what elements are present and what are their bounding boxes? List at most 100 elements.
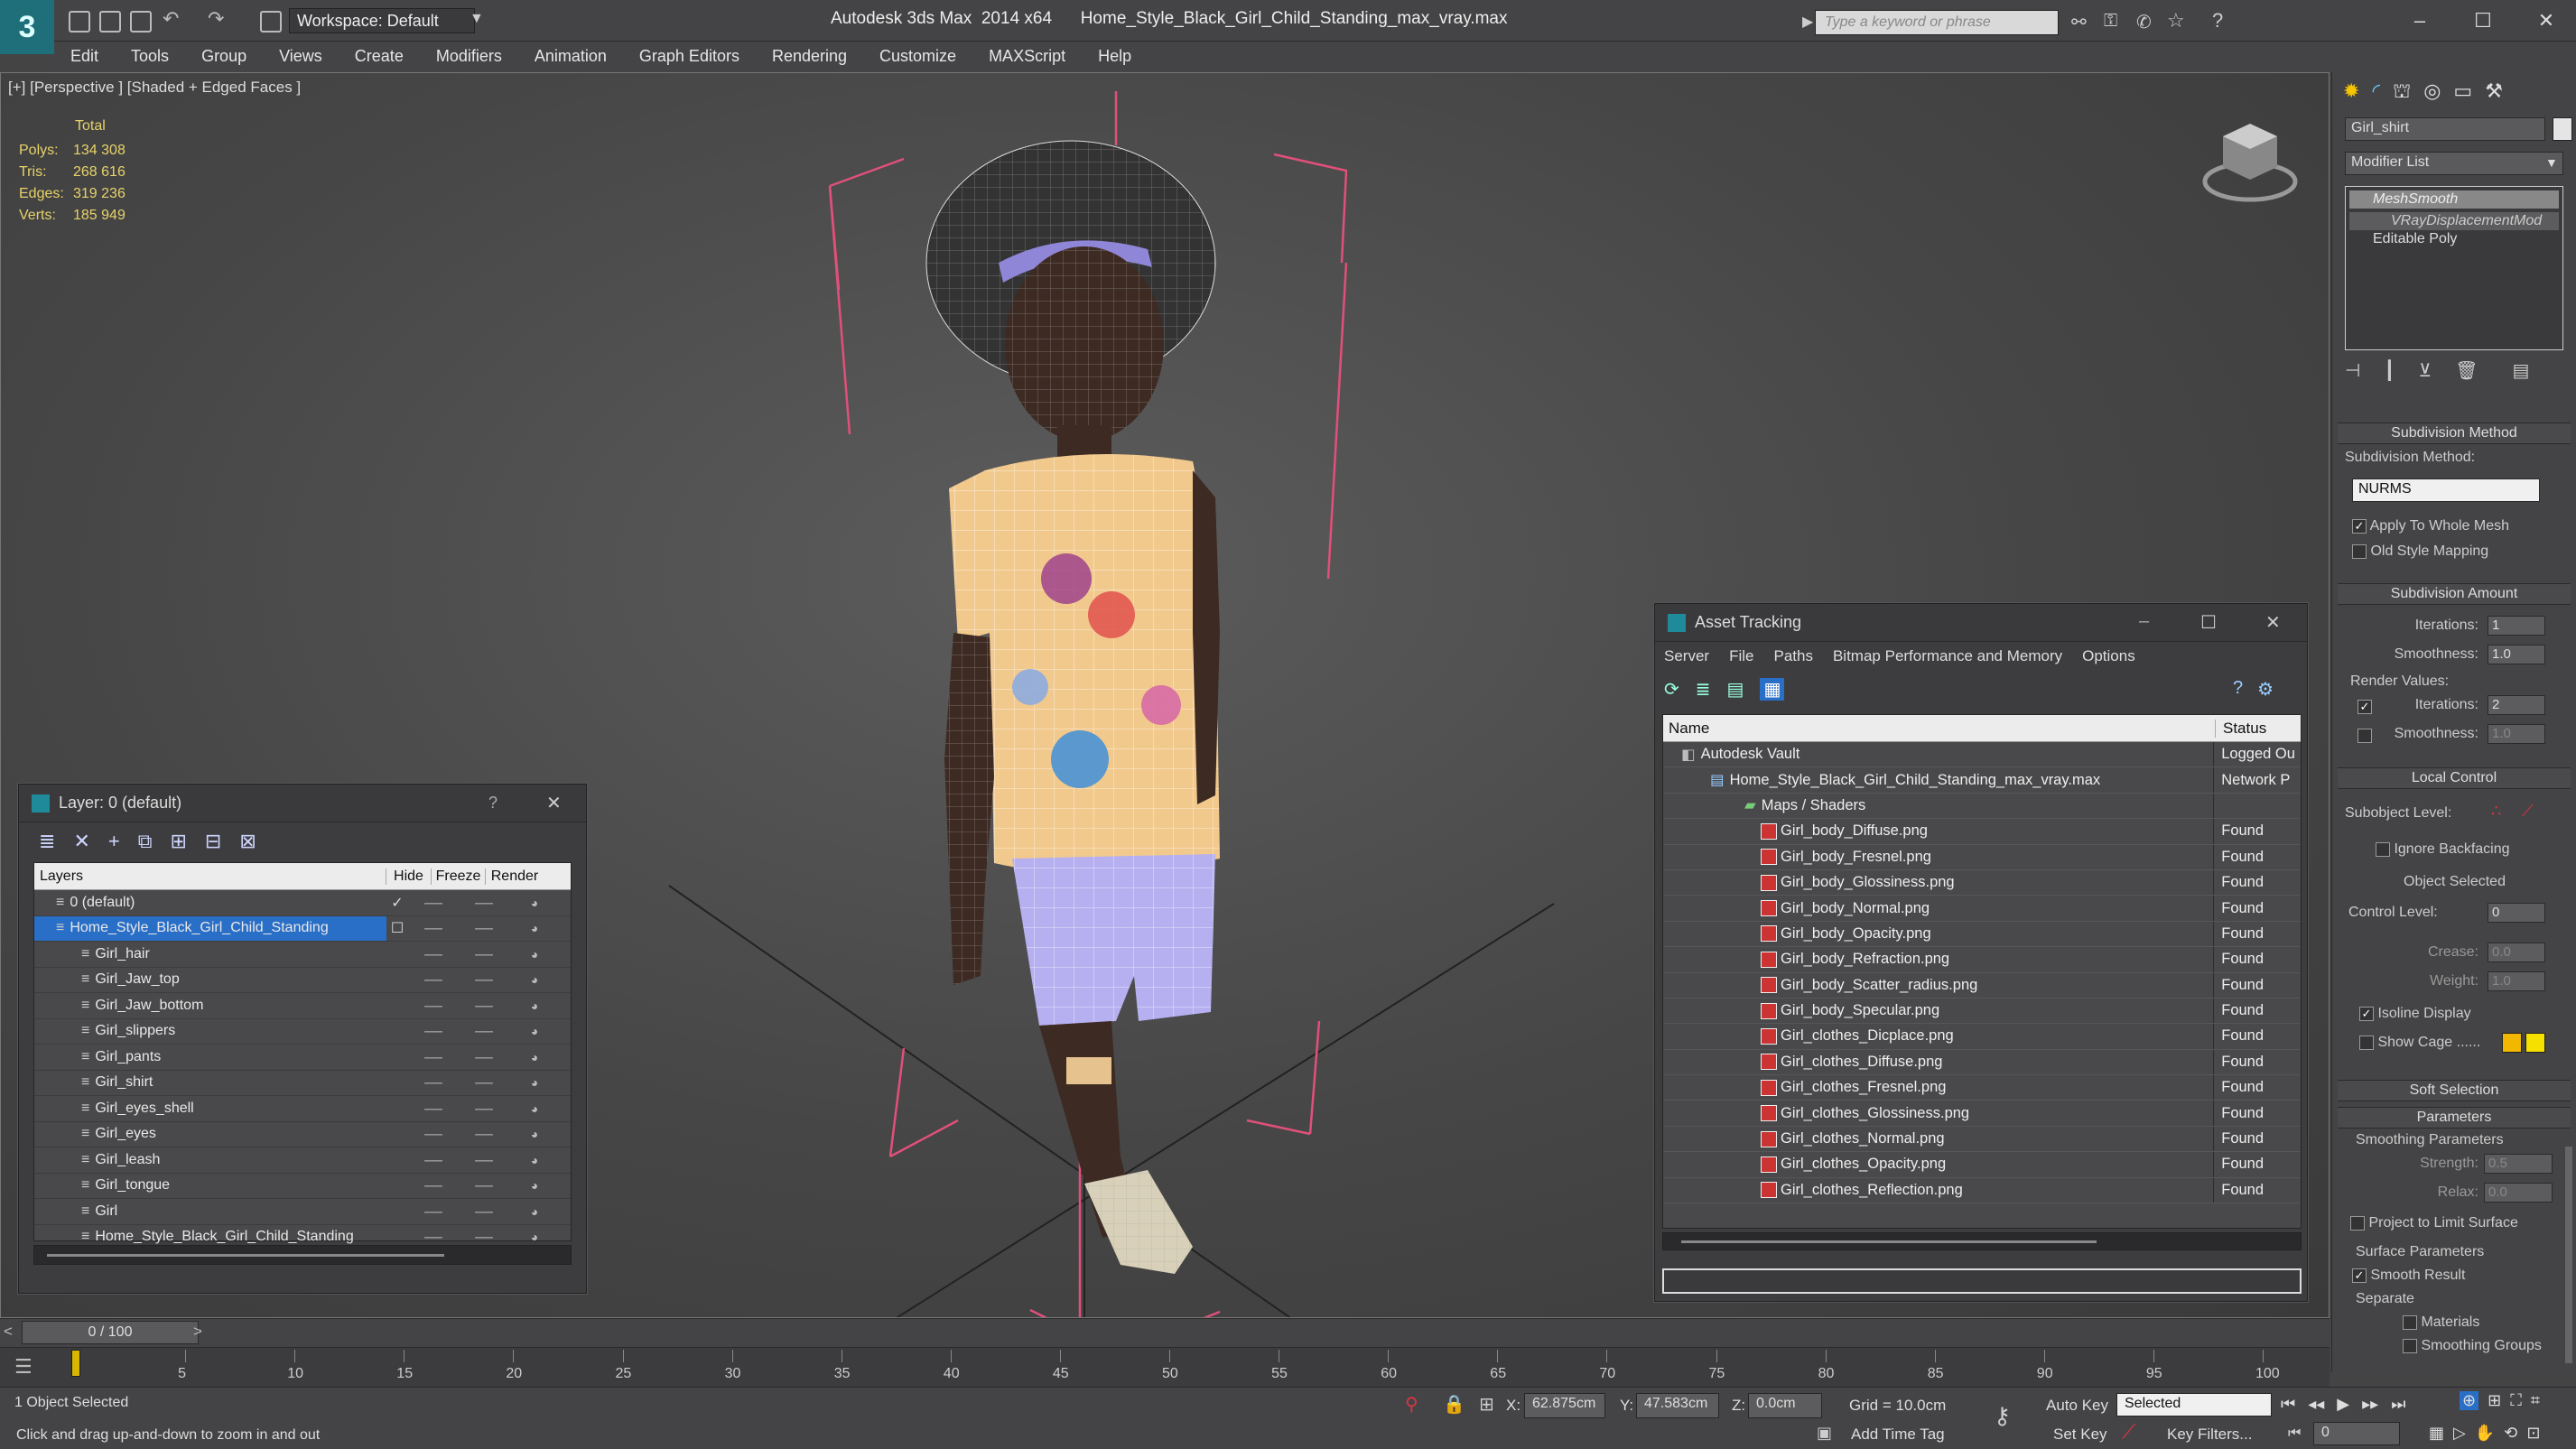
object-name-field[interactable]: Girl_shirt — [2345, 117, 2545, 141]
subscription-icon[interactable]: ⚿ — [2104, 11, 2117, 32]
show-end-result-icon[interactable]: ┃ — [2384, 359, 2395, 382]
project-limit-row[interactable]: Project to Limit Surface — [2350, 1215, 2518, 1231]
layer-row[interactable]: ≡ Girl_Jaw_top ── ── ◕ — [34, 968, 571, 993]
asset-menu-bitmap-performance[interactable]: Bitmap Performance and Memory — [1833, 647, 2062, 665]
layer-row[interactable]: ≡ Girl_tongue ── ── ◕ — [34, 1174, 571, 1199]
table-view-icon[interactable]: ▦ — [1760, 678, 1785, 701]
time-slider[interactable]: 0 / 100 — [22, 1321, 199, 1344]
add-time-tag-button[interactable]: Add Time Tag — [1851, 1426, 1945, 1444]
previous-frame-icon[interactable]: ◂◂ — [2308, 1395, 2324, 1414]
help-icon[interactable]: ? — [2212, 9, 2223, 33]
asset-name-cell[interactable]: Girl_body_Normal.png — [1663, 896, 2215, 921]
new-file-icon[interactable] — [69, 11, 90, 33]
relax-spinner[interactable]: 0.0 — [2484, 1183, 2553, 1203]
asset-name-cell[interactable]: ◧ Autodesk Vault — [1663, 742, 2215, 767]
asset-dialog-maximize-button[interactable]: ☐ — [2200, 611, 2217, 634]
close-button[interactable]: ✕ — [2521, 5, 2571, 36]
render-smoothness-spinner[interactable]: 1.0 — [2488, 724, 2545, 744]
asset-tracking-dialog[interactable]: Asset Tracking – ☐ ✕ Server File Paths B… — [1654, 603, 2308, 1302]
hide-toggle[interactable]: ── — [408, 921, 459, 935]
layer-name-cell[interactable]: ≡ Girl_leash — [34, 1147, 386, 1173]
asset-name-cell[interactable]: Girl_clothes_Fresnel.png — [1663, 1075, 2215, 1101]
modify-tab-icon[interactable]: ◜ — [2372, 79, 2380, 106]
layer-name-cell[interactable]: ≡ Girl_Jaw_bottom — [34, 993, 386, 1018]
hide-toggle[interactable]: ── — [408, 972, 459, 987]
asset-row[interactable]: Girl_body_Glossiness.png Found — [1663, 869, 2301, 896]
asset-row[interactable]: Girl_body_Refraction.png Found — [1663, 947, 2301, 973]
layer-name-cell[interactable]: ≡ Girl_Jaw_top — [34, 968, 386, 993]
layer-name-cell[interactable]: ≡ Girl_eyes_shell — [34, 1096, 386, 1121]
viewcube-icon[interactable] — [2200, 116, 2300, 207]
menu-maxscript[interactable]: MAXScript — [989, 47, 1065, 66]
hide-toggle[interactable]: ── — [408, 1230, 459, 1244]
open-file-icon[interactable] — [99, 11, 121, 33]
asset-menu-server[interactable]: Server — [1664, 647, 1709, 665]
asset-name-cell[interactable]: Girl_body_Glossiness.png — [1663, 869, 2215, 896]
mini-curve-editor-icon[interactable]: ☰ — [14, 1355, 33, 1379]
column-freeze[interactable]: Freeze — [432, 868, 486, 885]
asset-row[interactable]: Girl_body_Scatter_radius.png Found — [1663, 972, 2301, 999]
asset-row[interactable]: Girl_body_Diffuse.png Found — [1663, 819, 2301, 845]
search-expand-icon[interactable]: ▶ — [1802, 13, 1813, 31]
hide-toggle[interactable]: ── — [408, 1178, 459, 1193]
asset-name-cell[interactable]: Girl_body_Fresnel.png — [1663, 844, 2215, 869]
freeze-toggle[interactable]: ── — [459, 1153, 509, 1167]
asset-name-cell[interactable]: ▰ Maps / Shaders — [1663, 793, 2215, 819]
key-filters-button[interactable]: Key Filters... — [2167, 1426, 2252, 1444]
menu-tools[interactable]: Tools — [131, 47, 169, 66]
current-frame-field[interactable]: 0 — [2313, 1422, 2400, 1445]
freeze-toggle[interactable]: ── — [459, 1178, 509, 1193]
layer-list-icon[interactable]: ≣ — [39, 830, 55, 853]
ignore-backfacing-checkbox[interactable] — [2376, 841, 2390, 857]
isoline-display-checkbox[interactable]: ✓ — [2359, 1006, 2374, 1021]
field-of-view-icon[interactable]: ▷ — [2453, 1424, 2466, 1443]
layer-explorer-dialog[interactable]: Layer: 0 (default) ? ✕ ≣ ✕ + ⧉ ⊞ ⊟ ⊠ Lay… — [18, 784, 587, 1294]
hide-toggle[interactable]: ── — [408, 896, 459, 910]
freeze-toggle[interactable]: ── — [459, 947, 509, 961]
layer-name-cell[interactable]: ≡ Girl_pants — [34, 1045, 386, 1070]
layer-name-cell[interactable]: ≡ 0 (default) — [34, 890, 386, 915]
minimize-button[interactable]: – — [2395, 5, 2445, 36]
layer-dialog-titlebar[interactable]: Layer: 0 (default) — [19, 785, 586, 822]
make-unique-icon[interactable]: ⊻ — [2418, 359, 2432, 382]
z-coord-field[interactable]: 0.0cm — [1748, 1393, 1822, 1418]
display-tab-icon[interactable]: ▭ — [2453, 79, 2472, 106]
layer-name-cell[interactable]: ≡ Girl_shirt — [34, 1071, 386, 1096]
asset-row[interactable]: Girl_clothes_Glossiness.png Found — [1663, 1101, 2301, 1127]
hide-toggle[interactable]: ── — [408, 1101, 459, 1116]
layer-name-cell[interactable]: ≡ Girl_slippers — [34, 1019, 386, 1045]
select-in-layer-icon[interactable]: ⊞ — [170, 830, 186, 853]
zoom-all-icon[interactable]: ⊞ — [2488, 1391, 2501, 1410]
auto-key-button[interactable]: Auto Key — [2046, 1397, 2108, 1415]
render-iterations-checkbox[interactable]: ✓ — [2357, 697, 2372, 715]
asset-name-cell[interactable]: Girl_clothes_Dicplace.png — [1663, 1024, 2215, 1049]
rollout-local-control[interactable]: Local Control — [2338, 767, 2571, 789]
hide-all-layers-icon[interactable]: ⊠ — [239, 830, 256, 853]
asset-name-cell[interactable]: Girl_clothes_Reflection.png — [1663, 1177, 2215, 1203]
iterations-spinner[interactable]: 1 — [2488, 616, 2545, 636]
asset-help-icon[interactable]: ? — [2233, 678, 2243, 701]
layer-name-cell[interactable]: ≡ Girl_eyes — [34, 1122, 386, 1147]
save-file-icon[interactable] — [130, 11, 152, 33]
asset-menu-file[interactable]: File — [1729, 647, 1753, 665]
asset-row[interactable]: Girl_clothes_Reflection.png Found — [1663, 1177, 2301, 1204]
redo-icon[interactable]: ↷ — [208, 7, 224, 31]
asset-settings-icon[interactable]: ⚙ — [2257, 678, 2274, 701]
current-layer-check-icon[interactable]: ☐ — [386, 919, 408, 937]
layer-name-cell[interactable]: ≡ Girl_tongue — [34, 1174, 386, 1199]
render-toggle-icon[interactable]: ◕ — [509, 1024, 560, 1038]
edge-subobject-icon[interactable]: ⟋ — [2522, 802, 2534, 821]
menu-animation[interactable]: Animation — [535, 47, 607, 66]
hide-toggle[interactable]: ── — [408, 1075, 459, 1090]
command-panel-scrollbar[interactable] — [2565, 1147, 2572, 1363]
asset-name-cell[interactable]: Girl_clothes_Opacity.png — [1663, 1152, 2215, 1177]
asset-menu-paths[interactable]: Paths — [1773, 647, 1812, 665]
maximize-button[interactable]: ☐ — [2458, 5, 2508, 36]
asset-row[interactable]: ◧ Autodesk Vault Logged Ou — [1663, 742, 2301, 768]
asset-row[interactable]: Girl_body_Specular.png Found — [1663, 998, 2301, 1025]
asset-row[interactable]: ▰ Maps / Shaders — [1663, 793, 2301, 820]
render-toggle-icon[interactable]: ◕ — [509, 1101, 560, 1116]
layer-name-cell[interactable]: ≡ Girl_hair — [34, 942, 386, 967]
hide-toggle[interactable]: ── — [408, 1024, 459, 1038]
column-layers[interactable]: Layers — [34, 868, 386, 885]
